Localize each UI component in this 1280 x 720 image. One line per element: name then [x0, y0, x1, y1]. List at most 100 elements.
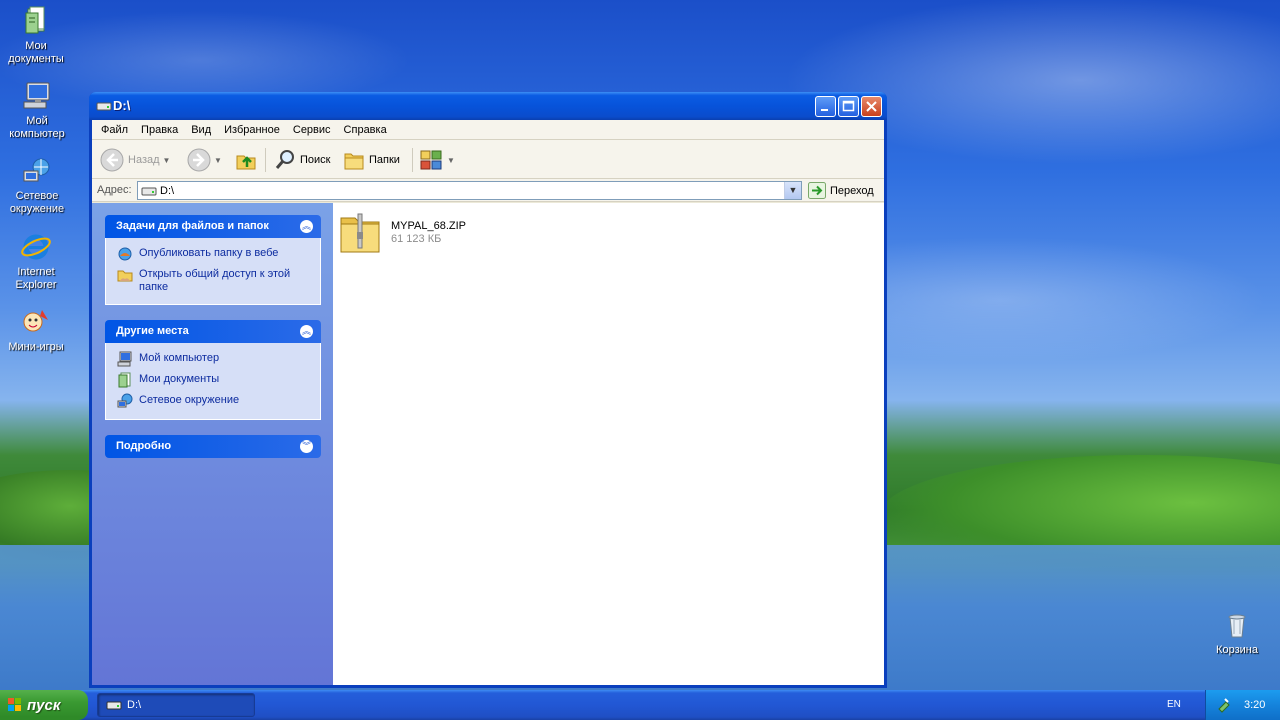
my-computer-icon: [117, 351, 132, 367]
panel-other-places-header[interactable]: Другие места ︽: [105, 320, 321, 343]
panel-file-tasks-header[interactable]: Задачи для файлов и папок ︽: [105, 215, 321, 238]
collapse-icon[interactable]: ︽: [300, 220, 313, 233]
up-folder-button[interactable]: [234, 147, 258, 173]
address-value: D:\: [160, 184, 175, 197]
place-network[interactable]: Сетевое окружение: [117, 393, 312, 409]
go-arrow-icon: [808, 182, 826, 199]
window-titlebar[interactable]: D:\: [89, 92, 887, 120]
file-view[interactable]: MYPAL_68.ZIP 61 123 КБ: [333, 203, 884, 685]
taskbar-window-label: D:\: [127, 699, 142, 711]
place-my-documents[interactable]: Мои документы: [117, 372, 312, 388]
menu-file[interactable]: Файл: [96, 124, 136, 136]
language-indicator[interactable]: EN: [1167, 699, 1181, 710]
forward-button[interactable]: ▼: [187, 147, 222, 173]
panel-title: Задачи для файлов и папок: [116, 220, 269, 232]
desktop-icon-mini-games[interactable]: Мини-игры: [0, 306, 74, 354]
back-button[interactable]: Назад ▼: [100, 147, 170, 173]
views-icon: [420, 150, 442, 170]
desktop-icon-internet-explorer[interactable]: Internet Explorer: [0, 231, 74, 292]
recycle-bin-icon: [1228, 614, 1246, 638]
toolbar-separator: [412, 148, 413, 172]
address-label: Адрес:: [97, 184, 132, 196]
desktop-icon-label: Корзина: [1216, 644, 1258, 656]
window-title: D:\: [113, 98, 131, 113]
search-button[interactable]: Поиск: [274, 147, 330, 173]
file-item[interactable]: MYPAL_68.ZIP 61 123 КБ: [339, 210, 466, 254]
desktop-icon-recycle-bin[interactable]: Корзина: [1199, 609, 1275, 657]
menu-edit[interactable]: Правка: [136, 124, 186, 136]
collapse-icon[interactable]: ︽: [300, 325, 313, 338]
panel-other-places: Другие места ︽ Мой компьютер Мои докумен…: [105, 320, 321, 420]
task-pane: Задачи для файлов и папок ︽ Опубликовать…: [92, 203, 333, 685]
menu-favorites[interactable]: Избранное: [219, 124, 288, 136]
taskbar-window-button[interactable]: D:\: [97, 693, 255, 717]
desktop-icon-label: Мои документы: [8, 40, 64, 65]
windows-flag-icon: [8, 698, 21, 711]
menu-bar: Файл Правка Вид Избранное Сервис Справка: [92, 120, 884, 140]
desktop-icon-my-computer[interactable]: Мой компьютер: [0, 80, 75, 141]
panel-title: Подробно: [116, 440, 172, 452]
folders-button[interactable]: Папки: [343, 147, 400, 173]
address-dropdown-button[interactable]: ▼: [784, 182, 801, 199]
drive-icon: [106, 701, 122, 710]
task-publish-web[interactable]: Опубликовать папку в вебе: [117, 246, 312, 262]
maximize-button[interactable]: [838, 96, 859, 117]
my-documents-icon: [118, 372, 131, 388]
desktop-icon-my-documents[interactable]: Мои документы: [0, 5, 74, 66]
task-share-folder[interactable]: Открыть общий доступ к этой папке: [117, 267, 312, 294]
place-label: Мой компьютер: [139, 352, 220, 364]
safely-remove-hardware-icon[interactable]: [1216, 697, 1232, 713]
place-label: Мои документы: [139, 373, 220, 385]
address-input[interactable]: D:\ ▼: [137, 181, 802, 200]
mini-games-icon: [23, 310, 48, 332]
go-button[interactable]: Переход: [808, 182, 874, 199]
back-dropdown-icon[interactable]: ▼: [163, 156, 171, 165]
toolbar: Назад ▼ ▼ Поиск Папки ▼: [92, 140, 884, 179]
forward-dropdown-icon[interactable]: ▼: [214, 156, 222, 165]
menu-view[interactable]: Вид: [186, 124, 219, 136]
menu-tools[interactable]: Сервис: [288, 124, 339, 136]
place-my-computer[interactable]: Мой компьютер: [117, 351, 312, 367]
minimize-icon: [821, 109, 828, 111]
drive-icon: [141, 187, 157, 195]
minimize-button[interactable]: [815, 96, 836, 117]
back-label: Назад: [128, 154, 160, 166]
desktop-icon-label: Мой компьютер: [9, 115, 65, 140]
taskbar: пуск D:\ EN 3:20: [0, 690, 1280, 720]
back-arrow-icon: [100, 148, 124, 172]
address-bar: Адрес: D:\ ▼ Переход: [92, 179, 884, 202]
internet-explorer-icon: [21, 234, 51, 260]
task-label: Опубликовать папку в вебе: [139, 247, 279, 259]
desktop-icon-label: Internet Explorer: [15, 266, 57, 291]
desktop-icon-network-places[interactable]: Сетевое окружение: [0, 155, 75, 216]
panel-details: Подробно ︾: [105, 435, 321, 458]
close-icon: [866, 101, 877, 112]
start-label: пуск: [27, 696, 61, 714]
publish-web-icon: [118, 247, 132, 261]
drive-icon: [96, 102, 112, 111]
my-documents-icon: [25, 6, 45, 34]
go-label: Переход: [830, 184, 874, 197]
panel-other-places-body: Мой компьютер Мои документы Сетевое окру…: [105, 343, 321, 420]
desktop-icon-label: Мини-игры: [8, 341, 64, 353]
panel-title: Другие места: [116, 325, 189, 337]
panel-file-tasks: Задачи для файлов и папок ︽ Опубликовать…: [105, 215, 321, 305]
place-label: Сетевое окружение: [139, 394, 240, 406]
folders-icon: [344, 153, 364, 170]
panel-details-header[interactable]: Подробно ︾: [105, 435, 321, 458]
views-button[interactable]: ▼: [420, 147, 455, 173]
file-size: 61 123 КБ: [391, 233, 442, 245]
views-dropdown-icon[interactable]: ▼: [447, 156, 455, 165]
clock[interactable]: 3:20: [1244, 699, 1265, 711]
desktop: Мои документы Мой компьютер Сетевое окру…: [0, 0, 1280, 690]
expand-icon[interactable]: ︾: [300, 440, 313, 453]
system-tray: 3:20: [1205, 690, 1280, 720]
close-button[interactable]: [861, 96, 882, 117]
network-places-icon: [23, 158, 50, 182]
explorer-body: Задачи для файлов и папок ︽ Опубликовать…: [92, 203, 884, 685]
chevron-down-icon: ▼: [788, 185, 798, 195]
task-label: Открыть общий доступ к этой папке: [139, 268, 291, 293]
start-button[interactable]: пуск: [0, 690, 88, 720]
menu-help[interactable]: Справка: [339, 124, 395, 136]
up-folder-icon: [236, 155, 256, 170]
